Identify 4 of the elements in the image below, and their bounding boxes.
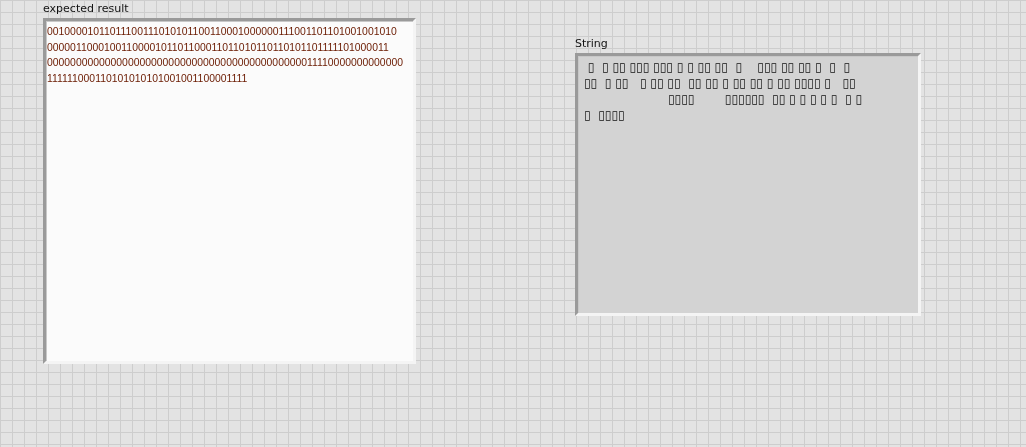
indicator-label: expected result: [43, 2, 130, 16]
indicator-label: String: [575, 37, 609, 51]
string-indicator[interactable]: 00100001011011100111010101100110001000000111001101101001001010 0000011000100110000101101100011011010110110101101111101000011 00000000000000000000000000000000000000000000011110000000000000 111111000110101010101001001100001111: [43, 18, 416, 364]
string-indicator[interactable]: ▯ ▯ ▯▯ ▯▯▯ ▯▯▯ ▯ ▯ ▯▯ ▯▯ ▯ ▯▯▯ ▯▯ ▯▯ ▯ ▯ ▯ ▯▯ ▯ ▯▯ ▯ ▯▯ ▯▯ ▯▯ ▯▯ ▯ ▯▯ ▯▯ ▯ ▯▯ ▯▯▯▯ ▯ ▯▯ ▯▯▯▯ ▯▯▯▯▯▯ ▯▯ ▯ ▯ ▯ ▯ ▯ ▯ ▯ ▯ ▯▯▯▯: [575, 53, 921, 316]
